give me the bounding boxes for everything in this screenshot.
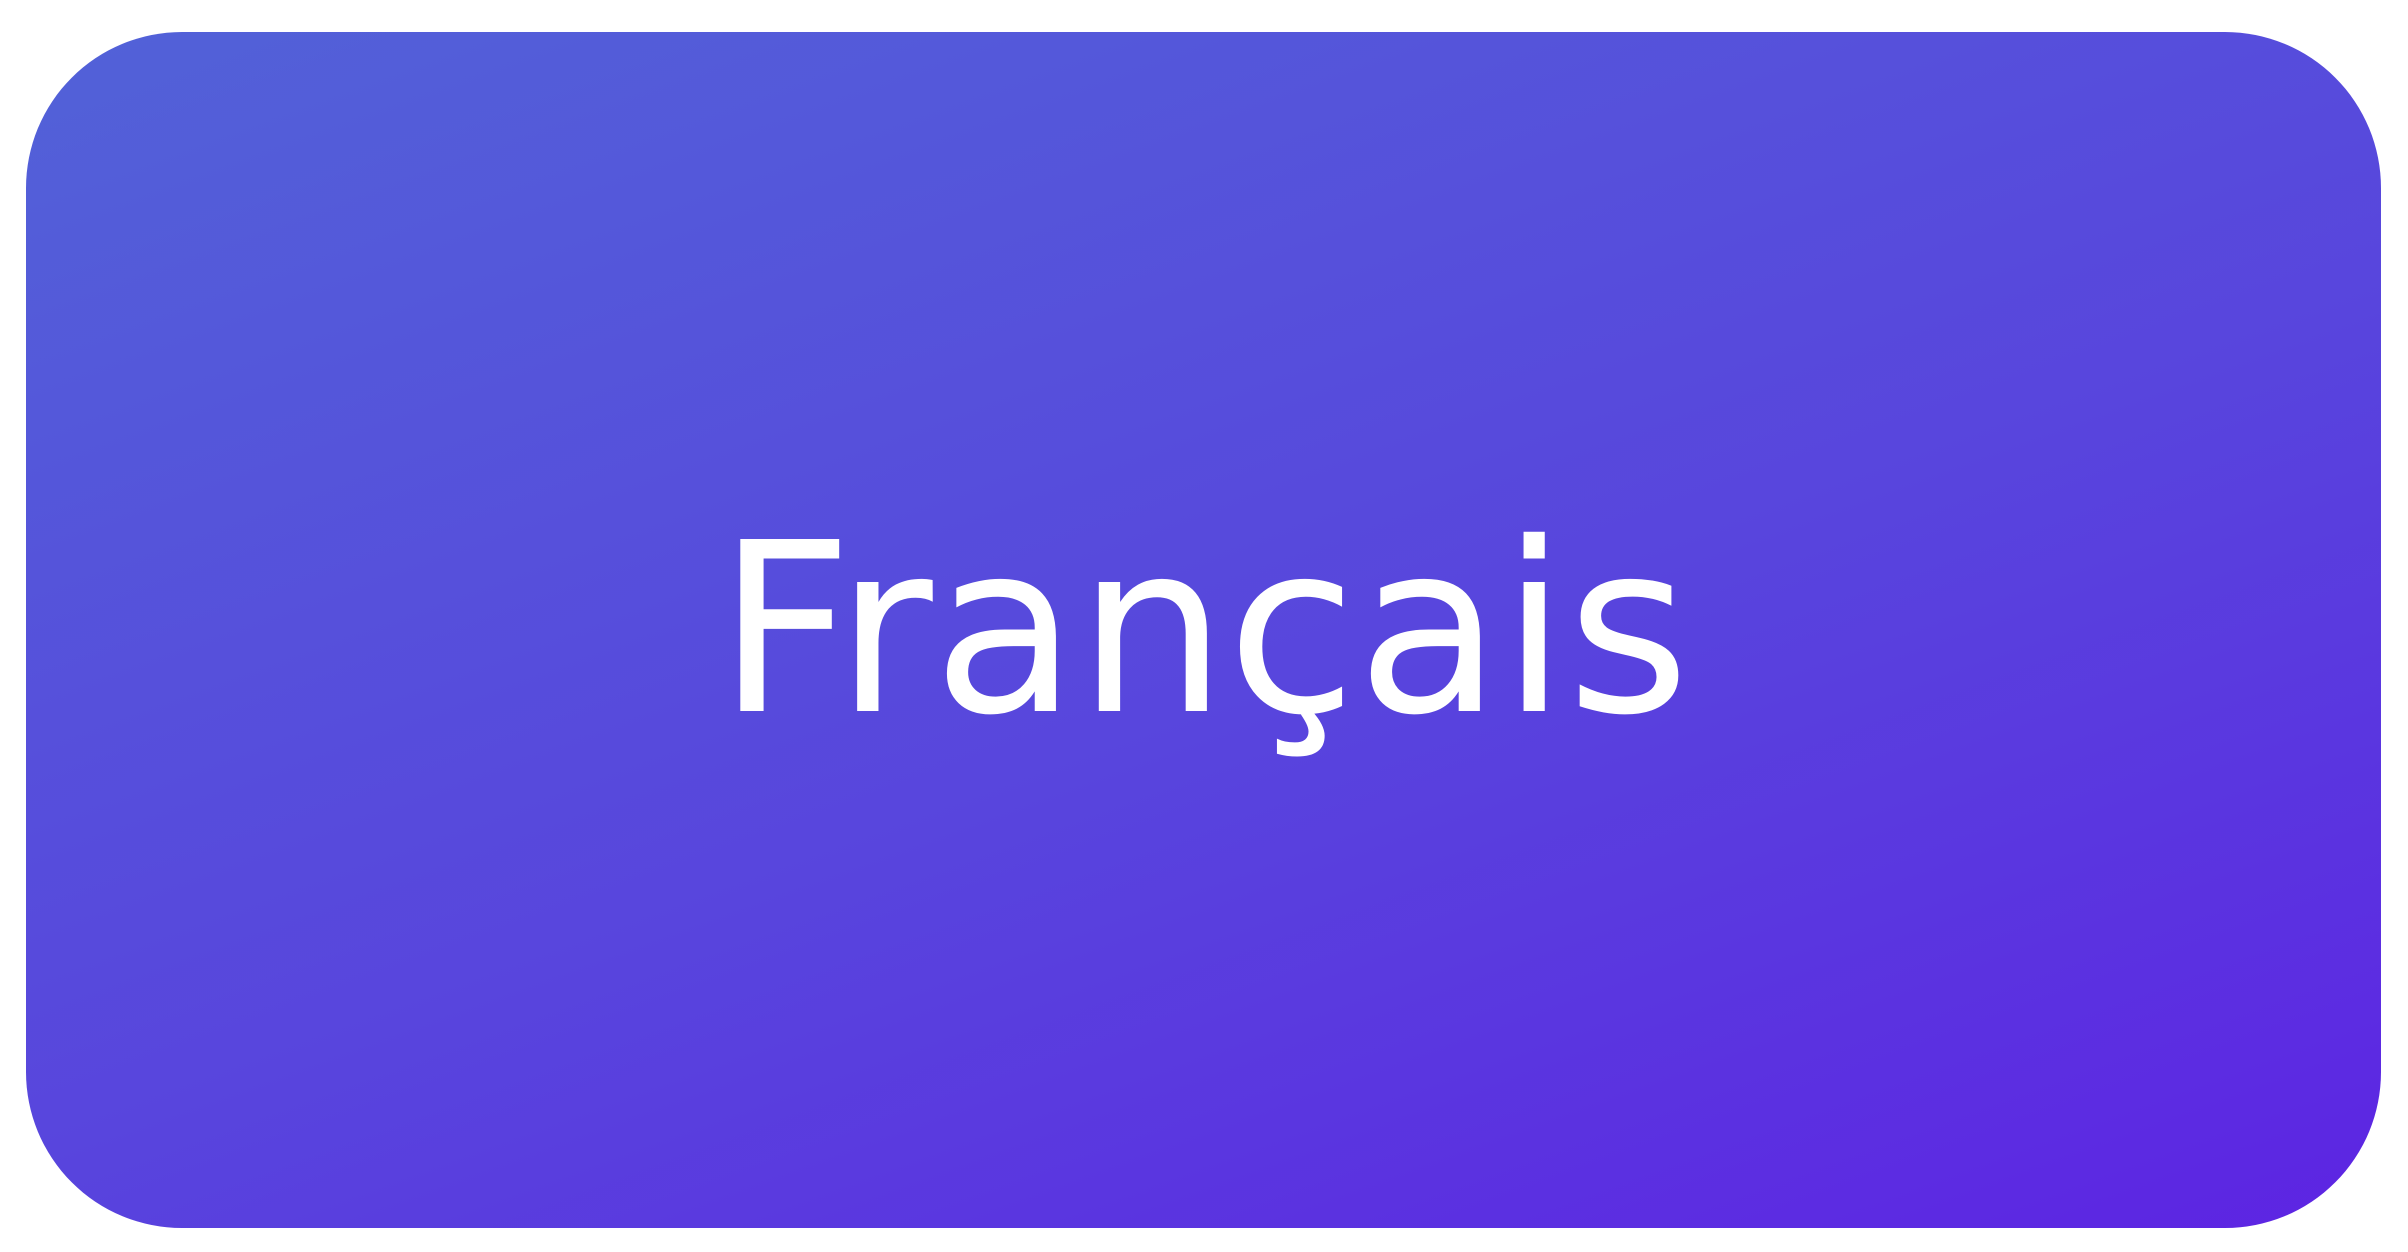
language-label: Français [717,492,1690,767]
language-button[interactable]: Français [26,32,2381,1228]
